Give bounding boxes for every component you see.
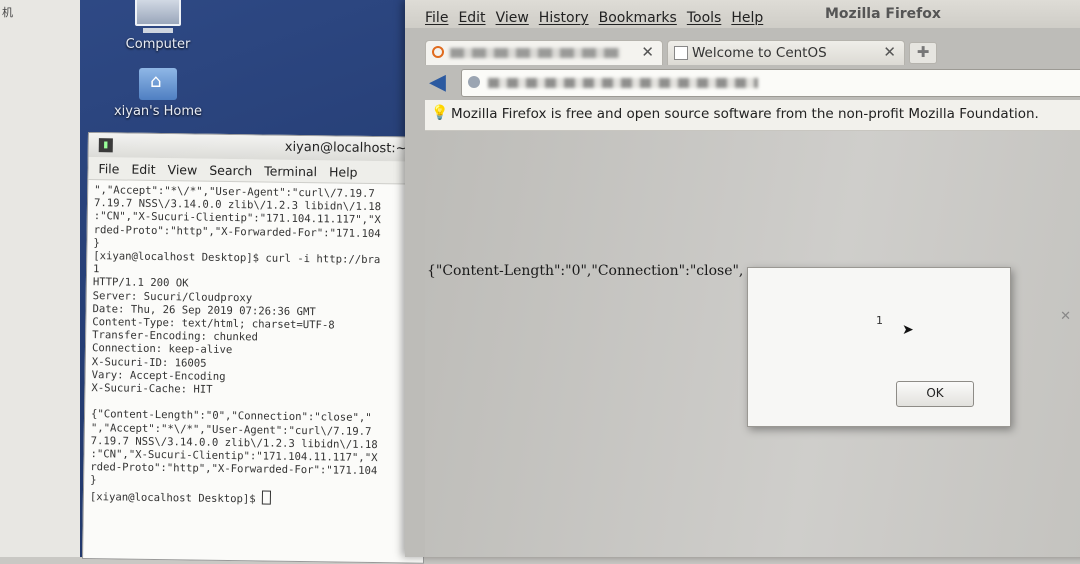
tab-active[interactable]: ✕ — [425, 40, 663, 65]
menu-help[interactable]: Help — [329, 164, 358, 179]
desktop-icon-label: Computer — [125, 37, 191, 52]
menu-edit[interactable]: Edit — [458, 10, 485, 26]
menu-bookmarks[interactable]: Bookmarks — [599, 10, 677, 26]
left-margin: 机 — [0, 0, 80, 557]
navigation-bar: ◀ — [425, 66, 1080, 100]
menu-search[interactable]: Search — [209, 162, 252, 178]
desktop-icon-home[interactable]: xiyan's Home — [98, 68, 218, 119]
menu-tools[interactable]: Tools — [687, 10, 722, 26]
desktop-icon-label: xiyan's Home — [113, 104, 203, 119]
close-icon[interactable]: ✕ — [1060, 309, 1071, 324]
menu-view[interactable]: View — [496, 10, 529, 26]
terminal-title: xiyan@localhost:~/D — [284, 139, 422, 157]
computer-icon — [135, 0, 181, 26]
menu-edit[interactable]: Edit — [131, 161, 155, 176]
menu-terminal[interactable]: Terminal — [264, 163, 317, 179]
firefox-menubar: File Edit View History Bookmarks Tools H… — [425, 10, 763, 26]
menu-history[interactable]: History — [539, 10, 589, 26]
url-bar[interactable] — [461, 69, 1080, 97]
terminal-prompt: [xiyan@localhost Desktop]$ — [89, 490, 263, 506]
notification-text: Mozilla Firefox is free and open source … — [451, 106, 1039, 122]
terminal-window[interactable]: ▮ xiyan@localhost:~/D File Edit View Sea… — [82, 132, 430, 564]
site-identity-icon[interactable] — [468, 76, 480, 88]
close-tab-icon[interactable]: ✕ — [641, 43, 654, 61]
home-folder-icon — [139, 68, 177, 100]
desktop-icon-computer[interactable]: Computer — [98, 0, 218, 52]
ok-button[interactable]: OK — [896, 381, 974, 407]
blurred-tab-title — [450, 48, 620, 58]
info-notification-bar: 💡 Mozilla Firefox is free and open sourc… — [425, 100, 1080, 131]
computer-icon-base — [143, 28, 173, 33]
menu-file[interactable]: File — [425, 10, 448, 26]
terminal-icon: ▮ — [98, 138, 113, 153]
blurred-url — [488, 78, 758, 88]
margin-character: 机 — [2, 6, 13, 19]
mouse-pointer-icon: ➤ — [902, 322, 914, 338]
terminal-titlebar[interactable]: ▮ xiyan@localhost:~/D — [88, 133, 429, 162]
tab-welcome-centos[interactable]: Welcome to CentOS ✕ — [667, 40, 905, 65]
page-content[interactable]: {"Content-Length":"0","Connection":"clos… — [425, 131, 1080, 557]
firefox-titlebar[interactable]: File Edit View History Bookmarks Tools H… — [405, 0, 1080, 28]
menu-help[interactable]: Help — [731, 10, 763, 26]
terminal-prompt-line[interactable]: [xiyan@localhost Desktop]$ — [90, 488, 418, 509]
page-json-text: {"Content-Length":"0","Connection":"clos… — [427, 263, 744, 279]
tab-strip: ✕ Welcome to CentOS ✕ ✚ — [425, 36, 1080, 66]
lightbulb-icon: 💡 — [431, 105, 449, 121]
alert-message: 1 — [876, 314, 883, 327]
close-tab-icon[interactable]: ✕ — [883, 43, 896, 61]
firefox-window[interactable]: File Edit View History Bookmarks Tools H… — [405, 0, 1080, 557]
back-arrow-icon[interactable]: ◀ — [429, 70, 446, 95]
menu-file[interactable]: File — [98, 161, 119, 176]
firefox-app-title: Mozilla Firefox — [825, 6, 941, 22]
new-tab-button[interactable]: ✚ — [909, 42, 937, 64]
alert-dialog: 1 ➤ OK — [747, 267, 1011, 427]
tab-label: Welcome to CentOS — [692, 45, 827, 61]
terminal-output[interactable]: ","Accept":"*\/*","User-Agent":"curl\/7.… — [83, 180, 428, 563]
menu-view[interactable]: View — [168, 162, 198, 177]
page-favicon-icon — [674, 46, 688, 60]
loading-favicon-icon — [432, 46, 444, 58]
terminal-cursor — [262, 490, 272, 505]
